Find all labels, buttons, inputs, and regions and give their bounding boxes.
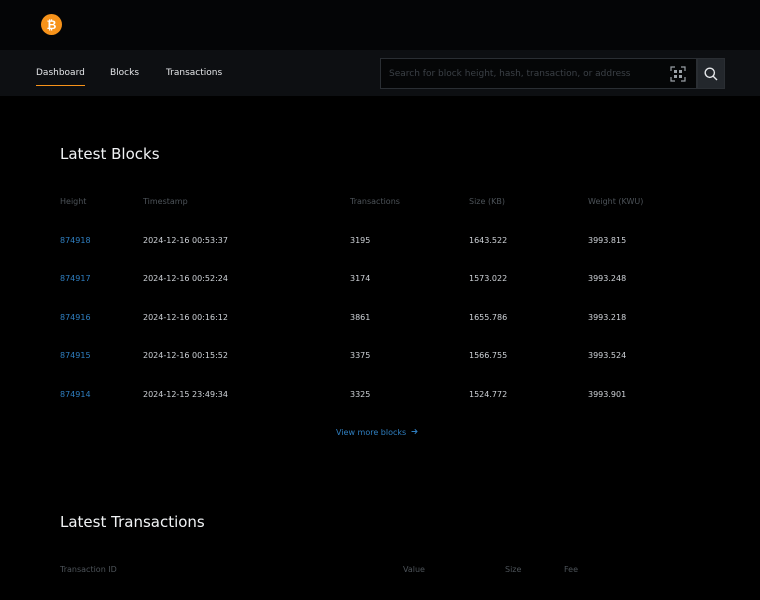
column-header-transactions: Transactions	[350, 197, 400, 206]
block-timestamp: 2024-12-16 00:16:12	[143, 313, 228, 322]
svg-text:₿: ₿	[47, 18, 57, 31]
block-transactions: 3375	[350, 351, 371, 360]
block-height-link[interactable]: 874917	[60, 274, 91, 283]
column-header-value: Value	[403, 565, 425, 574]
column-header-height: Height	[60, 197, 87, 206]
block-timestamp: 2024-12-16 00:52:24	[143, 274, 228, 283]
column-header-timestamp: Timestamp	[143, 197, 188, 206]
search-box	[380, 58, 697, 89]
nav-item-dashboard[interactable]: Dashboard	[36, 50, 85, 96]
block-transactions: 3174	[350, 274, 371, 283]
block-weight: 3993.524	[588, 351, 627, 360]
block-timestamp: 2024-12-16 00:53:37	[143, 236, 228, 245]
block-size: 1643.522	[469, 236, 508, 245]
column-header-weight: Weight (KWU)	[588, 197, 644, 206]
block-transactions: 3325	[350, 390, 371, 399]
block-height-link[interactable]: 874918	[60, 236, 91, 245]
nav-item-transactions[interactable]: Transactions	[166, 50, 222, 96]
search-input[interactable]	[381, 59, 666, 88]
block-timestamp: 2024-12-16 00:15:52	[143, 351, 228, 360]
block-weight: 3993.218	[588, 313, 627, 322]
block-transactions: 3861	[350, 313, 371, 322]
block-weight: 3993.901	[588, 390, 627, 399]
column-header-transaction-id: Transaction ID	[60, 565, 117, 574]
block-size: 1573.022	[469, 274, 508, 283]
view-more-blocks-link[interactable]: View more blocks	[336, 428, 418, 437]
block-weight: 3993.815	[588, 236, 627, 245]
qr-scan-icon[interactable]	[670, 66, 686, 82]
search-button[interactable]	[697, 58, 725, 89]
block-height-link[interactable]: 874914	[60, 390, 91, 399]
nav-item-blocks[interactable]: Blocks	[110, 50, 139, 96]
block-transactions: 3195	[350, 236, 371, 245]
block-timestamp: 2024-12-15 23:49:34	[143, 390, 228, 399]
bitcoin-icon[interactable]: ₿	[41, 14, 62, 35]
block-size: 1566.755	[469, 351, 508, 360]
column-header-size: Size	[505, 565, 522, 574]
block-size: 1524.772	[469, 390, 508, 399]
arrow-right-icon	[411, 428, 418, 437]
block-size: 1655.786	[469, 313, 508, 322]
view-more-label: View more blocks	[336, 428, 407, 437]
block-height-link[interactable]: 874916	[60, 313, 91, 322]
latest-blocks-title: Latest Blocks	[60, 145, 160, 163]
top-bar: ₿	[0, 0, 760, 50]
block-height-link[interactable]: 874915	[60, 351, 91, 360]
latest-transactions-title: Latest Transactions	[60, 513, 205, 531]
search-icon	[704, 67, 718, 80]
column-header-fee: Fee	[564, 565, 579, 574]
column-header-size: Size (KB)	[469, 197, 505, 206]
block-weight: 3993.248	[588, 274, 627, 283]
